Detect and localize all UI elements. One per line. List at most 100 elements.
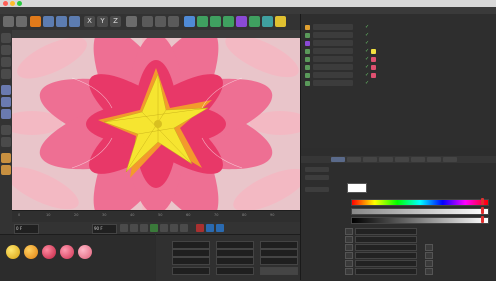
render-settings-button[interactable] [168, 16, 179, 27]
position-field[interactable] [172, 257, 210, 265]
param-checkbox[interactable] [425, 244, 433, 251]
material-swatch[interactable] [42, 245, 56, 259]
apply-button[interactable] [260, 267, 298, 275]
close-window-button[interactable] [3, 1, 8, 6]
rotation-field[interactable] [260, 257, 298, 265]
y-axis-button[interactable]: Y [97, 16, 108, 27]
param-checkbox[interactable] [425, 260, 433, 267]
render-view-button[interactable] [142, 16, 153, 27]
render-picture-viewer-button[interactable] [155, 16, 166, 27]
size-field[interactable] [216, 257, 254, 265]
param-field[interactable] [355, 252, 417, 259]
end-frame-field[interactable]: 90 F [92, 224, 117, 234]
model-mode-button[interactable] [1, 45, 11, 55]
deformer-button[interactable] [236, 16, 247, 27]
go-to-start-button[interactable] [120, 224, 128, 232]
check-icon[interactable]: ✓ [365, 73, 369, 78]
coordinate-mode-dropdown[interactable] [172, 267, 210, 275]
x-axis-button[interactable]: X [84, 16, 95, 27]
scale-tool-button[interactable] [56, 16, 67, 27]
axis-mode-button[interactable] [1, 125, 11, 135]
tab-glow[interactable] [411, 157, 425, 162]
color-swatch[interactable] [347, 183, 367, 193]
object-row[interactable]: ✓ [305, 32, 405, 39]
object-row[interactable]: ✓ [305, 48, 405, 55]
points-mode-button[interactable] [1, 85, 11, 95]
material-swatch[interactable] [24, 245, 38, 259]
z-axis-button[interactable]: Z [110, 16, 121, 27]
viewport[interactable] [12, 38, 300, 210]
material-tag[interactable] [371, 57, 376, 62]
material-swatch[interactable] [6, 245, 20, 259]
check-icon[interactable]: ✓ [365, 57, 369, 62]
object-row[interactable]: ✓ [305, 64, 405, 71]
rotate-tool-button[interactable] [69, 16, 80, 27]
tab-alpha[interactable] [395, 157, 409, 162]
saturation-handle[interactable] [481, 207, 484, 214]
edges-mode-button[interactable] [1, 97, 11, 107]
previous-frame-button[interactable] [140, 224, 148, 232]
material-tag[interactable] [371, 49, 376, 54]
param-checkbox[interactable] [425, 268, 433, 275]
check-icon[interactable]: ✓ [365, 41, 369, 46]
object-row[interactable]: ✓ [305, 40, 405, 47]
texture-mode-button[interactable] [1, 57, 11, 67]
spline-button[interactable] [197, 16, 208, 27]
previous-key-button[interactable] [130, 224, 138, 232]
start-frame-field[interactable]: 0 F [14, 224, 39, 234]
saturation-slider[interactable] [351, 208, 489, 215]
autokey-button[interactable] [206, 224, 214, 232]
camera-button[interactable] [262, 16, 273, 27]
param-checkbox[interactable] [345, 268, 353, 275]
next-frame-button[interactable] [160, 224, 168, 232]
play-button[interactable] [150, 224, 158, 232]
rotation-field[interactable] [260, 249, 298, 257]
rotation-field[interactable] [260, 241, 298, 249]
tab-reflectance[interactable] [363, 157, 377, 162]
object-row[interactable]: ✓ [305, 80, 405, 87]
param-field[interactable] [355, 268, 417, 275]
zoom-window-button[interactable] [17, 1, 22, 6]
cube-object-button[interactable] [184, 16, 195, 27]
check-icon[interactable]: ✓ [365, 25, 369, 30]
snap-button[interactable] [1, 137, 11, 147]
tab-color[interactable] [347, 157, 361, 162]
planar-workplane-button[interactable] [1, 165, 11, 175]
hue-handle[interactable] [481, 198, 484, 205]
value-slider[interactable] [351, 217, 489, 224]
next-key-button[interactable] [170, 224, 178, 232]
hue-slider[interactable] [351, 199, 489, 206]
tab-displacement[interactable] [427, 157, 441, 162]
material-swatch[interactable] [78, 245, 92, 259]
object-row[interactable]: ✓ [305, 72, 405, 79]
check-icon[interactable]: ✓ [365, 81, 369, 86]
check-icon[interactable]: ✓ [365, 65, 369, 70]
undo-button[interactable] [3, 16, 14, 27]
key-selection-button[interactable] [216, 224, 224, 232]
polygons-mode-button[interactable] [1, 109, 11, 119]
position-field[interactable] [172, 241, 210, 249]
scene-button[interactable] [249, 16, 260, 27]
minimize-window-button[interactable] [10, 1, 15, 6]
param-checkbox[interactable] [345, 244, 353, 251]
size-field[interactable] [216, 241, 254, 249]
check-icon[interactable]: ✓ [365, 33, 369, 38]
tab-basic[interactable] [331, 157, 345, 162]
param-field[interactable] [355, 244, 417, 251]
lock-workplane-button[interactable] [1, 153, 11, 163]
light-button[interactable] [275, 16, 286, 27]
object-row[interactable]: ✓ [305, 56, 405, 63]
param-field[interactable] [355, 236, 417, 243]
tab-editor[interactable] [443, 157, 457, 162]
value-handle[interactable] [481, 216, 484, 223]
material-tag[interactable] [371, 73, 376, 78]
select-tool-button[interactable] [30, 16, 41, 27]
object-row[interactable]: ✓ [305, 24, 405, 31]
record-button[interactable] [196, 224, 204, 232]
param-field[interactable] [355, 228, 417, 235]
material-swatch[interactable] [60, 245, 74, 259]
param-checkbox[interactable] [345, 252, 353, 259]
make-editable-button[interactable] [1, 33, 11, 43]
position-field[interactable] [172, 249, 210, 257]
check-icon[interactable]: ✓ [365, 49, 369, 54]
